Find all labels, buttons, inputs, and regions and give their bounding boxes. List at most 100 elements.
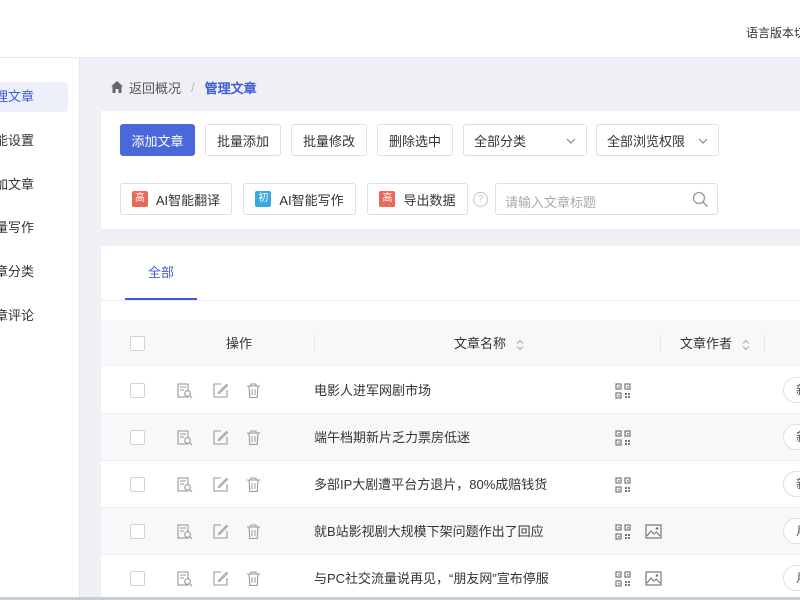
column-header-author[interactable]: 文章作者	[680, 320, 750, 367]
edit-icon[interactable]	[212, 570, 229, 587]
breadcrumb-separator: /	[191, 79, 195, 95]
sidebar-item-label: 文章评论	[0, 308, 34, 323]
column-divider	[764, 334, 765, 353]
view-details-icon[interactable]	[176, 523, 193, 540]
permission-select[interactable]: 全部浏览权限	[596, 124, 719, 156]
row-checkbox[interactable]	[130, 383, 145, 398]
article-title[interactable]: 就B站影视剧大规模下架问题作出了回应	[314, 508, 544, 555]
sort-icon[interactable]	[516, 339, 524, 351]
article-title[interactable]: 与PC社交流量说再见，“朋友网”宣布停服	[314, 555, 549, 600]
column-header-title-label: 文章名称	[454, 336, 507, 351]
column-header-author-label: 文章作者	[680, 336, 733, 351]
delete-selected-button[interactable]: 删除选中	[377, 124, 453, 156]
export-data-label: 导出数据	[403, 192, 456, 208]
image-icon[interactable]	[645, 524, 662, 539]
add-article-button[interactable]: 添加文章	[120, 124, 195, 156]
tier-badge: 高	[379, 191, 396, 207]
tier-badge: 初	[255, 191, 272, 207]
search-input[interactable]: 请输入文章标题	[495, 183, 718, 215]
column-header-actions: 操作	[226, 336, 253, 351]
trash-icon[interactable]	[245, 429, 262, 446]
top-bar: 语言版本切	[0, 0, 800, 58]
tier-badge: 高	[131, 191, 148, 207]
sidebar: 管理文章 功能设置 添加文章 AI批量写作 文章分类 文章评论	[0, 58, 80, 600]
edit-icon[interactable]	[212, 476, 229, 493]
sidebar-item-label: 添加文章	[0, 177, 34, 192]
back-to-overview-link[interactable]: 返回概况	[129, 78, 181, 97]
toolbar-card: 添加文章 批量添加 批量修改 删除选中 全部分类 全部浏览权限 高 AI智能翻译…	[101, 111, 800, 229]
batch-add-button[interactable]: 批量添加	[205, 124, 281, 156]
category-select[interactable]: 全部分类	[463, 124, 587, 156]
table-row[interactable]: 电影人进军网剧市场 新	[101, 367, 800, 414]
qr-code-icon[interactable]	[615, 524, 631, 540]
ai-translate-label: AI智能翻译	[155, 192, 221, 208]
status-badge[interactable]: 月	[783, 518, 800, 544]
row-checkbox[interactable]	[130, 571, 145, 586]
edit-icon[interactable]	[212, 429, 229, 446]
sidebar-item-comments[interactable]: 文章评论	[0, 301, 68, 331]
sort-icon[interactable]	[742, 339, 750, 351]
status-badge[interactable]: 新	[783, 471, 800, 497]
sidebar-item-label: 管理文章	[0, 89, 34, 104]
search-placeholder: 请输入文章标题	[505, 195, 597, 210]
view-details-icon[interactable]	[176, 476, 193, 493]
qr-code-icon[interactable]	[615, 477, 631, 493]
trash-icon[interactable]	[245, 570, 262, 587]
chevron-down-icon	[698, 138, 708, 144]
sidebar-item-ai-batch-write[interactable]: AI批量写作	[0, 213, 68, 243]
breadcrumb: 返回概况 / 管理文章	[110, 77, 257, 97]
permission-select-value: 全部浏览权限	[607, 133, 686, 149]
view-details-icon[interactable]	[176, 382, 193, 399]
help-icon[interactable]: ?	[473, 192, 488, 207]
article-list-card: 全部 操作 文章名称 文章作者 电影人进军网剧市场新端午档期新片乏力票房低迷新多…	[101, 246, 800, 600]
view-details-icon[interactable]	[176, 429, 193, 446]
table-header: 操作 文章名称 文章作者	[101, 320, 800, 367]
view-details-icon[interactable]	[176, 570, 193, 587]
sidebar-item-categories[interactable]: 文章分类	[0, 257, 68, 287]
sidebar-item-manage-articles[interactable]: 管理文章	[0, 82, 68, 112]
trash-icon[interactable]	[245, 476, 262, 493]
sidebar-item-label: 文章分类	[0, 264, 34, 279]
row-checkbox[interactable]	[130, 477, 145, 492]
image-icon[interactable]	[645, 571, 662, 586]
language-switch[interactable]: 语言版本切	[746, 24, 800, 41]
category-select-value: 全部分类	[474, 133, 527, 149]
sidebar-item-settings[interactable]: 功能设置	[0, 126, 68, 156]
table-row[interactable]: 就B站影视剧大规模下架问题作出了回应 月	[101, 508, 800, 555]
search-icon[interactable]	[692, 191, 709, 208]
qr-code-icon[interactable]	[615, 383, 631, 399]
column-divider	[660, 334, 661, 353]
sidebar-item-label: AI批量写作	[0, 220, 34, 235]
batch-edit-button[interactable]: 批量修改	[291, 124, 367, 156]
article-title[interactable]: 多部IP大剧遭平台方退片，80%成赔钱货	[314, 461, 547, 508]
article-title[interactable]: 端午档期新片乏力票房低迷	[314, 414, 470, 461]
select-all-checkbox[interactable]	[130, 336, 145, 351]
ai-write-label: AI智能写作	[279, 192, 344, 208]
trash-icon[interactable]	[245, 523, 262, 540]
table-row[interactable]: 与PC社交流量说再见，“朋友网”宣布停服 月	[101, 555, 800, 600]
home-icon[interactable]	[110, 80, 124, 94]
table-row[interactable]: 多部IP大剧遭平台方退片，80%成赔钱货 新	[101, 461, 800, 508]
table-row[interactable]: 端午档期新片乏力票房低迷 新	[101, 414, 800, 461]
sidebar-item-add-article[interactable]: 添加文章	[0, 170, 68, 200]
column-header-title[interactable]: 文章名称	[454, 320, 524, 367]
article-title[interactable]: 电影人进军网剧市场	[314, 367, 431, 414]
ai-write-button[interactable]: 初 AI智能写作	[243, 183, 356, 215]
qr-code-icon[interactable]	[615, 571, 631, 587]
tab-divider	[101, 300, 800, 301]
row-checkbox[interactable]	[130, 524, 145, 539]
status-badge[interactable]: 新	[783, 377, 800, 403]
export-data-button[interactable]: 高 导出数据	[367, 183, 468, 215]
tab-all[interactable]: 全部	[125, 246, 197, 300]
status-badge[interactable]: 新	[783, 424, 800, 450]
edit-icon[interactable]	[212, 523, 229, 540]
qr-code-icon[interactable]	[615, 430, 631, 446]
edit-icon[interactable]	[212, 382, 229, 399]
trash-icon[interactable]	[245, 382, 262, 399]
row-checkbox[interactable]	[130, 430, 145, 445]
ai-translate-button[interactable]: 高 AI智能翻译	[120, 183, 232, 215]
chevron-down-icon	[566, 138, 576, 144]
page-title: 管理文章	[204, 80, 257, 96]
column-divider	[314, 334, 315, 353]
status-badge[interactable]: 月	[783, 565, 800, 591]
